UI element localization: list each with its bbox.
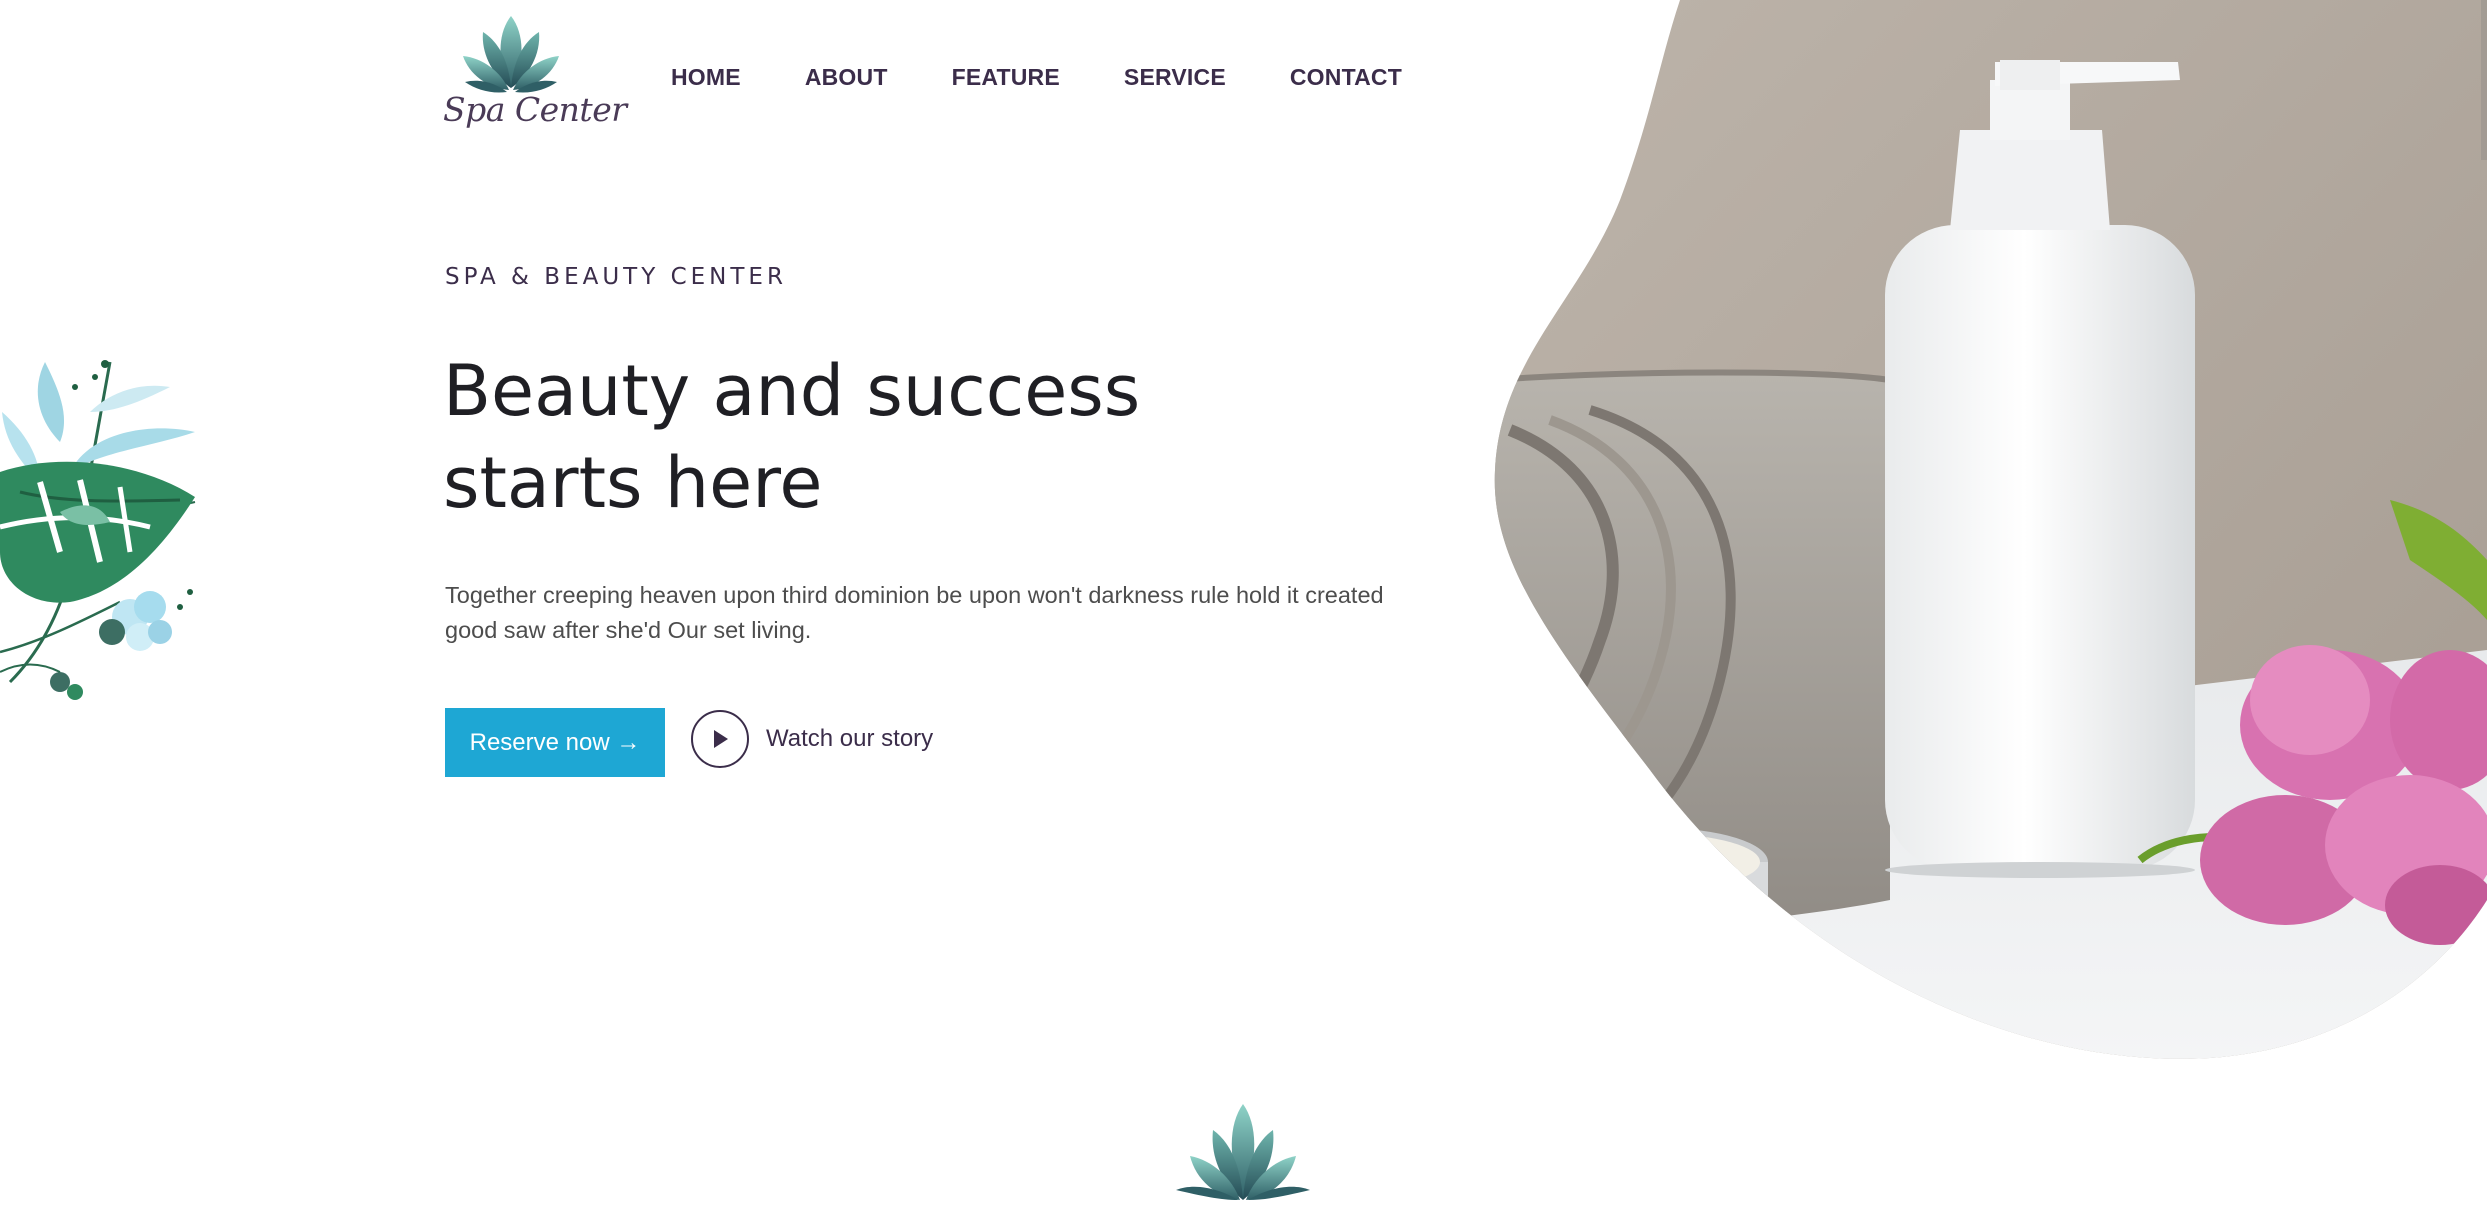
spa-products-image: [1494, 0, 2487, 1059]
hero-title: Beauty and success starts here: [443, 350, 1141, 524]
reserve-now-button[interactable]: Reserve now →: [445, 708, 665, 777]
watch-story-label: Watch our story: [766, 725, 934, 752]
nav-home[interactable]: HOME: [671, 64, 741, 91]
main-nav: HOME ABOUT FEATURE SERVICE CONTACT: [671, 64, 1466, 91]
brand-name: Spa Center: [443, 90, 627, 129]
nav-service[interactable]: SERVICE: [1124, 64, 1226, 91]
lotus-logo-icon: [463, 16, 559, 93]
tropical-leaf-decoration: [0, 352, 200, 707]
nav-contact[interactable]: CONTACT: [1290, 64, 1402, 91]
hero-image: [1490, 0, 2487, 1065]
play-icon: [714, 730, 728, 748]
hero-eyebrow: SPA & BEAUTY CENTER: [445, 264, 787, 290]
nav-feature[interactable]: FEATURE: [952, 64, 1060, 91]
nav-about[interactable]: ABOUT: [805, 64, 888, 91]
hero-description: Together creeping heaven upon third domi…: [445, 582, 1384, 643]
lotus-icon: [1176, 1104, 1310, 1200]
play-button[interactable]: [691, 710, 749, 768]
section-lotus-decoration: [1166, 1100, 1321, 1205]
brand-logo[interactable]: Spa Center: [441, 12, 627, 132]
page-scrollbar[interactable]: [2481, 0, 2487, 160]
watch-story-link[interactable]: Watch our story: [691, 710, 933, 768]
tropical-leaf-icon: [0, 360, 196, 700]
